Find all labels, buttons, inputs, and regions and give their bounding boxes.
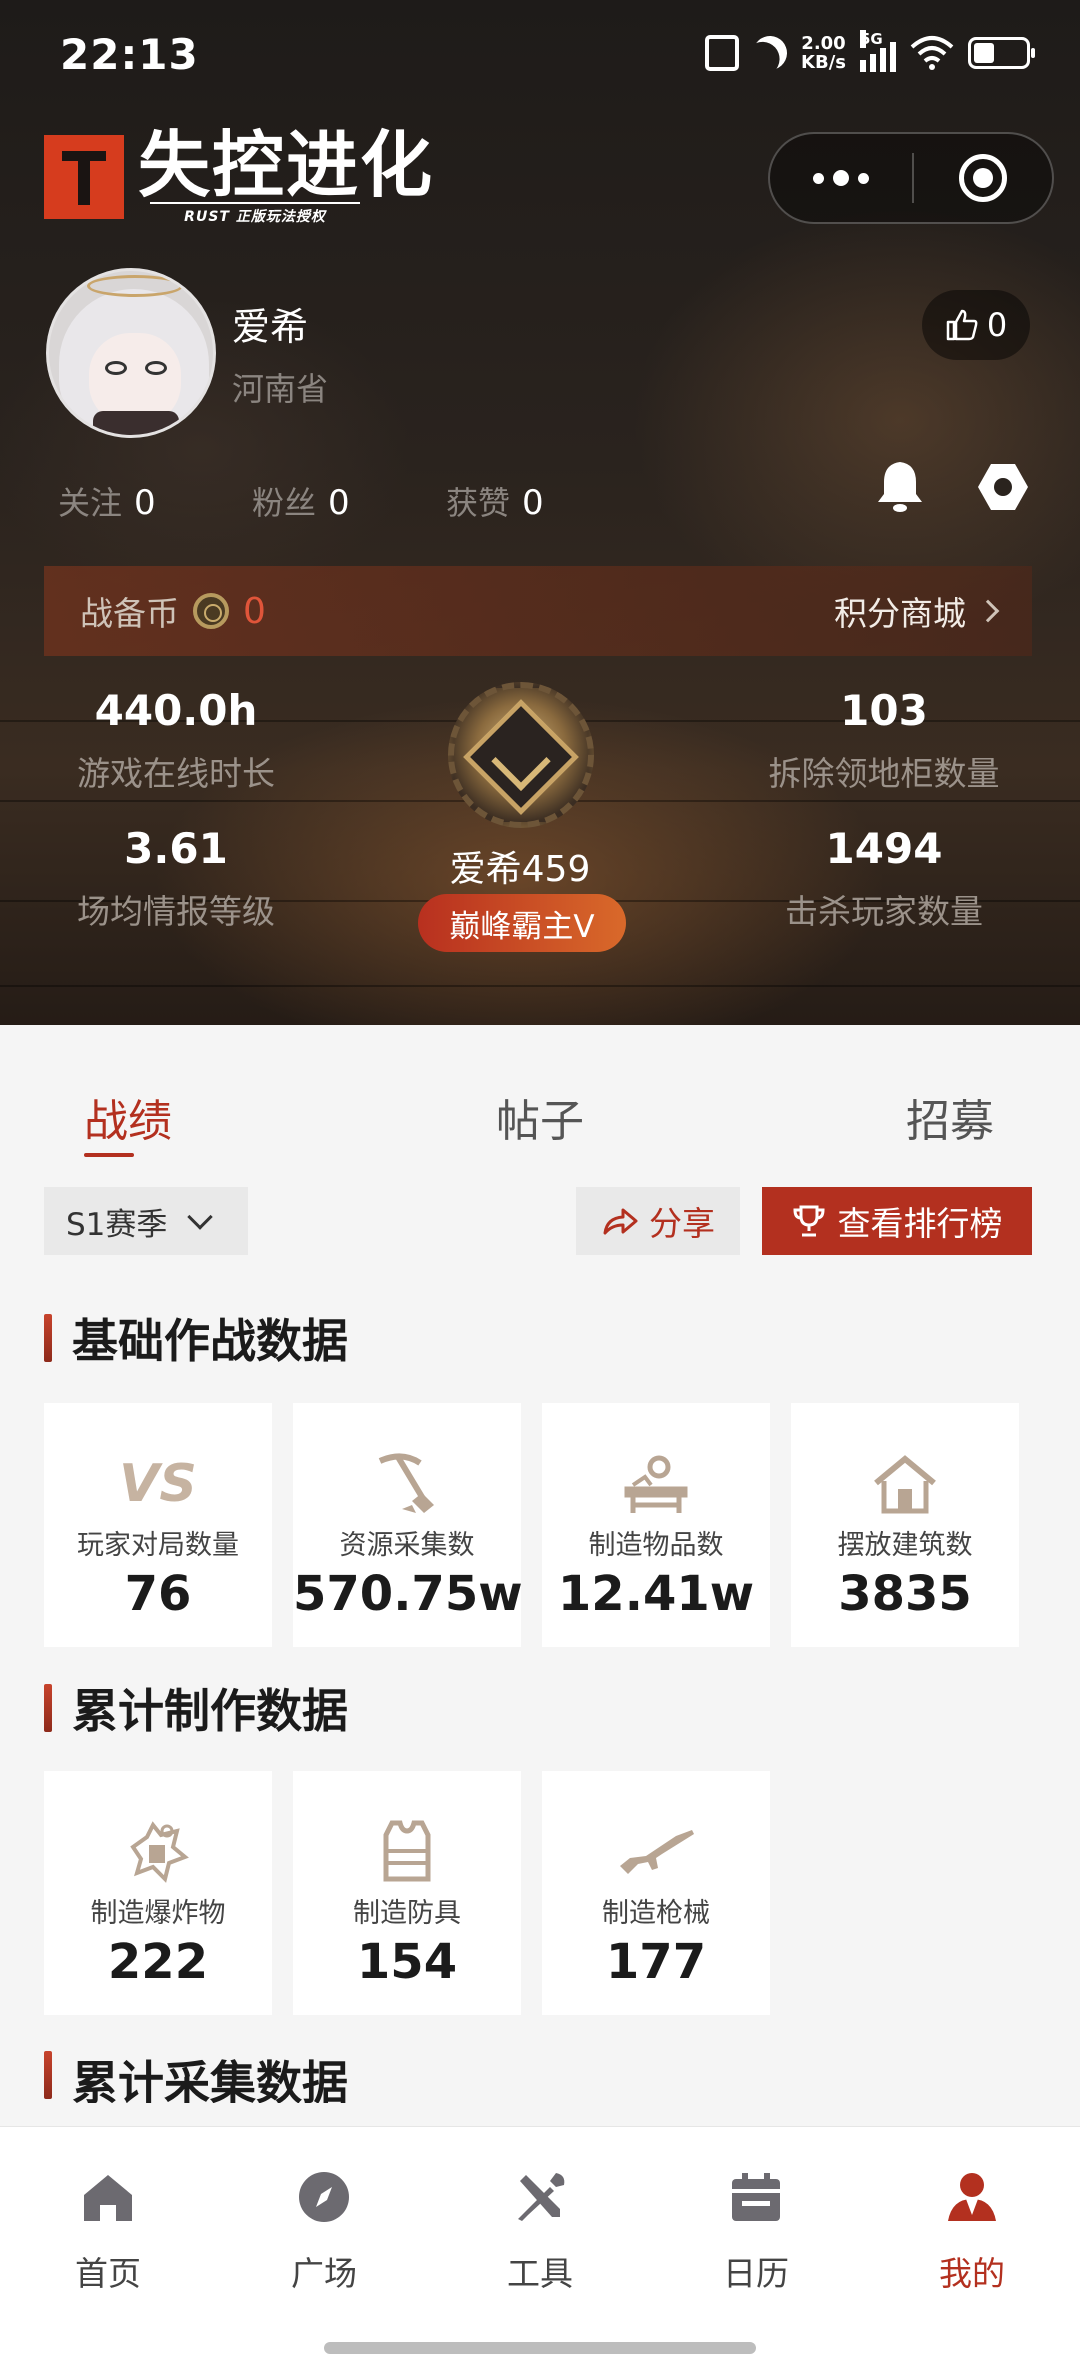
bottom-nav: 首页 广场 工具 日历 我的	[0, 2126, 1080, 2376]
settings-icon[interactable]	[976, 460, 1030, 514]
more-button[interactable]	[770, 134, 912, 222]
rifle-icon	[542, 1813, 770, 1891]
tools-icon	[518, 2173, 565, 2221]
signal-icon: 5G	[860, 30, 896, 72]
demolished-metric: 103 拆除领地柜数量	[768, 686, 1000, 793]
section-crafting-title: 累计制作数据	[44, 1675, 348, 1741]
praised-stat[interactable]: 获赞 0	[446, 478, 640, 524]
home-indicator[interactable]	[324, 2342, 756, 2354]
bell-icon[interactable]	[874, 458, 926, 514]
armor-icon	[293, 1813, 521, 1891]
coin-bar: 战备币 0 积分商城	[44, 566, 1032, 656]
card-buildings: 摆放建筑数 3835	[791, 1403, 1019, 1647]
miniprogram-capsule	[768, 132, 1054, 224]
intel-level-metric: 3.61 场均情报等级	[77, 824, 275, 931]
like-count: 0	[986, 306, 1008, 344]
card-resources: 资源采集数 570.75w	[293, 1403, 523, 1647]
logo-title: 失控进化	[138, 123, 435, 207]
card-firearms: 制造枪械 177	[542, 1771, 770, 2015]
wifi-icon	[910, 36, 954, 70]
tab-recruit[interactable]: 招募	[906, 1085, 994, 1149]
network-speed: 2.00 KB/s	[801, 33, 846, 73]
online-hours-metric: 440.0h 游戏在线时长	[77, 686, 275, 793]
profile-icon	[948, 2173, 996, 2221]
target-icon	[959, 154, 1007, 202]
nav-profile[interactable]: 我的	[892, 2169, 1052, 2295]
calendar-icon	[732, 2173, 780, 2221]
main-content: 战绩 帖子 招募 S1赛季 分享 查看排行榜 基础作战数据 VS 玩家对局数量 …	[0, 1025, 1080, 2125]
user-region: 河南省	[232, 370, 329, 408]
rank-player-name: 爱希459	[449, 849, 591, 890]
status-bar: 22:13 2.00 KB/s 5G	[0, 0, 1080, 120]
vs-icon: VS	[119, 1454, 197, 1514]
card-matches: VS 玩家对局数量 76	[44, 1403, 272, 1647]
chevron-down-icon	[187, 1204, 214, 1230]
card-crafted: 制造物品数 12.41w	[542, 1403, 770, 1647]
kills-metric: 1494 击杀玩家数量	[785, 824, 983, 931]
chevron-right-icon	[976, 599, 1000, 623]
compass-icon	[299, 2172, 349, 2222]
logo-mark-icon	[44, 135, 124, 219]
tab-bar: 战绩 帖子 招募	[0, 1085, 1080, 1165]
social-stats: 关注 0 粉丝 0 获赞 0	[58, 478, 640, 524]
tab-posts[interactable]: 帖子	[496, 1085, 584, 1149]
game-logo: 失控进化 RUST 正版玩法授权	[44, 128, 434, 226]
follow-stat[interactable]: 关注 0	[58, 478, 252, 524]
tab-record[interactable]: 战绩	[84, 1085, 172, 1149]
leaderboard-button[interactable]: 查看排行榜	[762, 1187, 1032, 1255]
trophy-icon	[792, 1205, 825, 1237]
thumbs-up-icon	[946, 309, 978, 341]
section-basic-title: 基础作战数据	[44, 1305, 348, 1371]
status-time: 22:13	[60, 30, 199, 79]
share-icon	[603, 1208, 638, 1235]
user-name: 爱希	[232, 305, 309, 349]
like-button[interactable]: 0	[922, 290, 1030, 360]
pickaxe-icon	[293, 1445, 521, 1523]
rank-badge-icon[interactable]	[430, 682, 610, 832]
nav-home[interactable]: 首页	[28, 2169, 188, 2295]
active-tab-indicator	[84, 1153, 134, 1157]
card-armor: 制造防具 154	[293, 1771, 521, 2015]
card-explosives: 制造爆炸物 222	[44, 1771, 272, 2015]
nav-calendar[interactable]: 日历	[676, 2169, 836, 2295]
coin-value: 0	[243, 590, 266, 632]
points-shop-link[interactable]: 积分商城	[834, 587, 1000, 635]
house-icon	[791, 1445, 1019, 1523]
section-gathering-title: 累计采集数据	[44, 2047, 348, 2103]
coin-label: 战备币	[80, 594, 179, 633]
coin-icon	[193, 593, 229, 629]
season-dropdown[interactable]: S1赛季	[44, 1187, 248, 1255]
home-icon	[84, 2175, 132, 2221]
nav-square[interactable]: 广场	[244, 2169, 404, 2295]
workbench-icon	[542, 1445, 770, 1523]
share-button[interactable]: 分享	[576, 1187, 740, 1255]
vibrate-icon	[705, 35, 740, 71]
nav-tools[interactable]: 工具	[460, 2169, 620, 2295]
battery-icon	[968, 37, 1035, 69]
fans-stat[interactable]: 粉丝 0	[252, 478, 446, 524]
rank-tier-badge: 巅峰霸主V	[418, 894, 626, 952]
floor-decoration	[0, 985, 1080, 987]
avatar[interactable]	[46, 268, 216, 438]
moon-icon	[748, 31, 792, 75]
explosive-icon	[44, 1813, 272, 1891]
profile-header: 22:13 2.00 KB/s 5G 失控进化 RUST 正版玩法授权 爱希 河…	[0, 0, 1080, 1025]
status-icons: 2.00 KB/s 5G	[705, 30, 1035, 75]
close-button[interactable]	[914, 154, 1052, 202]
